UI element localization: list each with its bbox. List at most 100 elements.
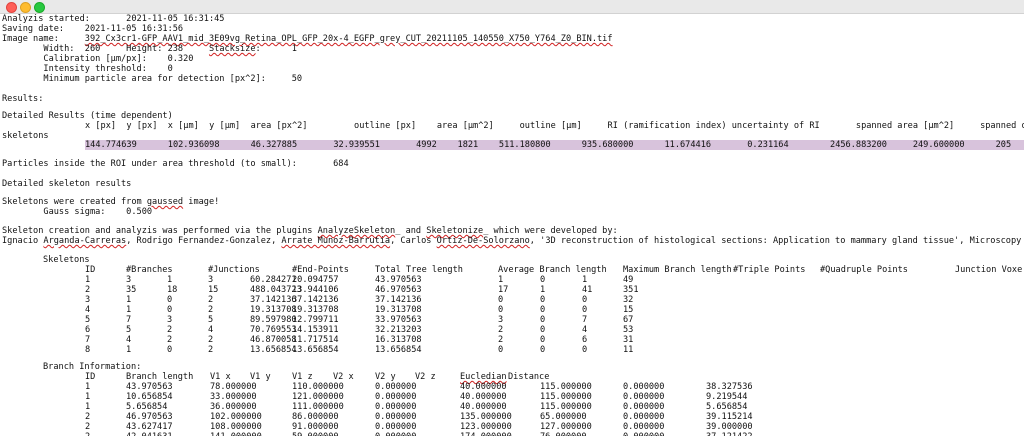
skeletons-table-cell: 41 (582, 285, 593, 295)
branch-table-cell: 76.000000 (540, 432, 587, 436)
skeletons-table-cell: 35 (126, 285, 137, 295)
branch-table-cell: 115.000000 (540, 392, 592, 402)
stacksize-label: Stacksize (208, 44, 256, 54)
branch-table-cell: 0.000000 (623, 422, 665, 432)
branch-column-header: Distance (508, 372, 550, 382)
skeletons-table-cell: 31 (623, 335, 634, 345)
branch-table-cell: 2 (85, 412, 91, 422)
branch-info-title: Branch Information: (43, 362, 142, 372)
branch-table-cell: 115.000000 (540, 382, 592, 392)
skeletons-table-cell: 32.213203 (375, 325, 422, 335)
branch-table-cell: 2 (85, 432, 90, 436)
calibration-line: Calibration [µm/px]: 0.320 (2, 54, 194, 64)
image-name-line: Image name: 392_Cx3cr1-GFP_AAV1_mid_3E09… (2, 34, 613, 44)
skeletons-table-cell: 46.870058 (250, 335, 297, 345)
skeletons-table-cell: 5 (208, 315, 214, 325)
skeletons-table-cell: 0 (167, 295, 173, 305)
skeletons-table-cell: 14.153911 (292, 325, 339, 335)
skeletons-table-cell: 0 (582, 305, 588, 315)
branch-table-cell: 1 (85, 382, 91, 392)
branch-table-cell: 91.000000 (292, 422, 339, 432)
branch-column-header: Eucledian (460, 372, 507, 382)
skeletons-table-cell: 0 (540, 275, 546, 285)
skeletons-table-cell: 37.142136 (292, 295, 339, 305)
skeletons-table-cell: 11.717514 (292, 335, 339, 345)
skeletons-table-cell: 0 (540, 315, 546, 325)
skeletons-table-cell: 0 (540, 295, 546, 305)
skeletons-table-cell: 6 (85, 325, 91, 335)
authors-text-c: , Rodrigo Fernandez-Gonzalez, (126, 236, 282, 246)
branch-table-cell: 0.000000 (375, 392, 417, 402)
skeletons-table-cell: 16.313708 (375, 335, 422, 345)
plugin-text-end: _ which were developed by: (483, 226, 618, 236)
skeletons-table-cell: 1 (582, 275, 588, 285)
skeletons-table-cell: 0 (540, 335, 546, 345)
plugin-text: Skeleton creation and analyzis was perfo… (2, 226, 318, 236)
skeletons-table-cell: 11 (623, 345, 634, 355)
skeletons-table-cell: 43.970563 (375, 275, 422, 285)
skeletons-table-cell: 5 (85, 315, 91, 325)
skeletons-column-header: Average Branch length (498, 265, 607, 275)
branch-table-cell: 127.000000 (540, 422, 592, 432)
branch-table-cell: 1 (85, 392, 91, 402)
skeletons-column-header: Total Tree length (375, 265, 463, 275)
skeletons-table-cell: 67 (623, 315, 634, 325)
skeletons-row-label: skeletons (2, 131, 49, 141)
branch-table-cell: 39.115214 (706, 412, 753, 422)
skeletonize-word: Skeletonize (426, 226, 484, 236)
skeletons-table-cell: 2 (167, 325, 173, 335)
skeletons-column-header: ID (85, 265, 96, 275)
skeletons-table-cell: 3 (208, 275, 214, 285)
skeletons-table-cell: 70.769553 (250, 325, 297, 335)
branch-column-header: V2 z (415, 372, 436, 382)
skeletons-column-header: #Branches (126, 265, 173, 275)
branch-column-header: V1 x (210, 372, 231, 382)
branch-table-cell: 110.000000 (292, 382, 344, 392)
branch-column-header: V1 z (292, 372, 313, 382)
results-table-row[interactable]: 144.774639 102.936098 46.327885 32.93955… (85, 140, 1011, 150)
branch-table-cell: 38.327536 (706, 382, 753, 392)
skeletons-table-cell: 0 (498, 295, 504, 305)
skeletons-table-cell: 19.313708 (292, 305, 339, 315)
skeletons-table-cell: 4 (126, 335, 132, 345)
skeletons-table-cell: 0 (540, 345, 546, 355)
results-table-header: x [px] y [px] x [µm] y [µm] area [px^2] … (85, 121, 1024, 131)
skeletons-table-cell: 7 (582, 315, 588, 325)
branch-table-cell: 0.000000 (623, 382, 665, 392)
skeletons-table-cell: 2 (208, 345, 214, 355)
detailed-results-heading: Detailed Results (time dependent) (2, 111, 173, 121)
branch-table-cell: 108.000000 (210, 422, 262, 432)
branch-table-cell: 40.000000 (460, 382, 507, 392)
results-heading: Results: (2, 94, 44, 104)
authors-line: Ignacio Arganda-Carreras, Rodrigo Fernan… (2, 236, 1021, 246)
skeletons-table-cell: 37.142136 (375, 295, 422, 305)
gauss-sigma-line: Gauss sigma: 0.500 (2, 207, 153, 217)
skeletons-table-cell: 0 (498, 305, 504, 315)
skeletons-column-header: #End-Points (292, 265, 349, 275)
branch-table-cell: 78.000000 (210, 382, 257, 392)
authors-text-g: , '3D reconstruction of histological sec… (529, 236, 1022, 246)
branch-table-cell: 0.000000 (623, 392, 665, 402)
minimize-window-button[interactable] (20, 2, 31, 13)
branch-table-cell: 40.000000 (460, 402, 507, 412)
branch-table-cell: 46.970563 (126, 412, 173, 422)
maximize-window-button[interactable] (34, 2, 45, 13)
skeletons-table-title: Skeletons (43, 255, 90, 265)
skeletons-table-cell: 7 (126, 315, 132, 325)
skeletons-table-cell: 37.142136 (250, 295, 297, 305)
skeletons-table-cell: 18 (167, 285, 178, 295)
branch-table-cell: 123.000000 (460, 422, 512, 432)
branch-column-header: Branch length (126, 372, 194, 382)
branch-table-cell: 43.627417 (126, 422, 173, 432)
dimensions-text: Width: 260 Height: 238 (2, 44, 209, 54)
skeletons-table-cell: 0 (540, 325, 546, 335)
branch-table-cell: 0.000000 (623, 412, 665, 422)
skeletons-table-cell: 0 (498, 345, 504, 355)
branch-table-cell: 174.000000 (460, 432, 512, 436)
branch-table-cell: 5.656854 (126, 402, 168, 412)
skeletons-table-cell: 0 (582, 345, 588, 355)
branch-table-cell: 43.970563 (126, 382, 173, 392)
close-window-button[interactable] (6, 2, 17, 13)
skeletons-table-cell: 2 (208, 335, 214, 345)
text-document[interactable]: Analyzis started: 2021-11-05 16:31:45 Sa… (0, 14, 1024, 436)
